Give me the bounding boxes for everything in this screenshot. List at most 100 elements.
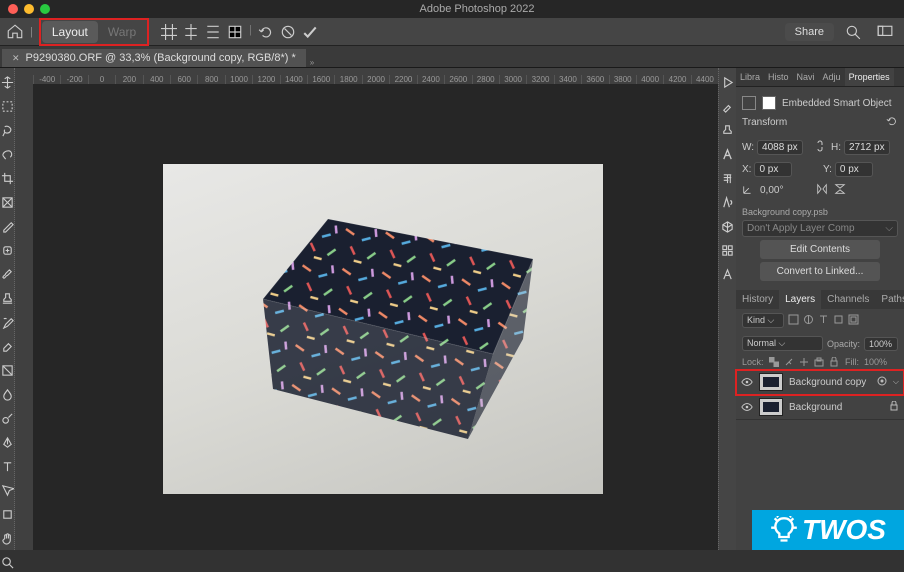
visibility-toggle-icon[interactable] xyxy=(741,401,753,413)
tab-libraries[interactable]: Libra xyxy=(736,68,764,86)
eyedropper-tool-icon[interactable] xyxy=(1,220,14,233)
document-tab[interactable]: ✕ P9290380.ORF @ 33,3% (Background copy,… xyxy=(2,49,306,67)
search-icon[interactable] xyxy=(845,24,861,40)
layer-comp-dropdown[interactable]: Don't Apply Layer Comp⌵ xyxy=(742,220,898,237)
eraser-tool-icon[interactable] xyxy=(1,340,14,353)
tab-histogram[interactable]: Histo xyxy=(764,68,793,86)
glyphs-panel-icon[interactable] xyxy=(721,196,734,209)
reset-icon[interactable] xyxy=(258,24,274,40)
smart-filter-icon[interactable] xyxy=(877,376,887,389)
move-tool-icon[interactable] xyxy=(1,76,14,89)
fill-field[interactable]: 100% xyxy=(864,357,898,367)
gradient-tool-icon[interactable] xyxy=(1,364,14,377)
commit-icon[interactable] xyxy=(302,24,318,40)
blur-tool-icon[interactable] xyxy=(1,388,14,401)
brush-panel-icon[interactable] xyxy=(721,100,734,113)
canvas[interactable] xyxy=(33,84,718,550)
edit-contents-button[interactable]: Edit Contents xyxy=(760,240,880,259)
opacity-field[interactable]: 100% xyxy=(864,337,898,351)
filter-smart-icon[interactable] xyxy=(848,314,859,328)
filter-pixel-icon[interactable] xyxy=(788,314,799,328)
watermark-text: TWOS xyxy=(802,516,886,544)
character-panel-icon[interactable] xyxy=(721,148,734,161)
tab-history[interactable]: History xyxy=(736,290,779,309)
lasso-tool-icon[interactable] xyxy=(1,124,14,137)
zoom-tool-icon[interactable] xyxy=(1,556,14,569)
blend-mode-dropdown[interactable]: Normal ⌵ xyxy=(742,336,823,351)
horizontal-ruler[interactable]: -400-20002004006008001000120014001600180… xyxy=(33,68,718,84)
convert-to-linked-button[interactable]: Convert to Linked... xyxy=(760,262,880,281)
vertical-ruler[interactable] xyxy=(15,68,33,550)
crop-tool-icon[interactable] xyxy=(1,172,14,185)
shape-tool-icon[interactable] xyxy=(1,508,14,521)
filter-shape-icon[interactable] xyxy=(833,314,844,328)
maximize-window-button[interactable] xyxy=(40,4,50,14)
tab-properties[interactable]: Properties xyxy=(845,68,894,86)
selection-tool-icon[interactable] xyxy=(1,148,14,161)
lock-transparency-icon[interactable] xyxy=(769,357,779,367)
distribute-icon[interactable] xyxy=(205,24,221,40)
visibility-toggle-icon[interactable] xyxy=(741,376,753,388)
grid-icon[interactable] xyxy=(161,24,177,40)
layer-row-background[interactable]: Background xyxy=(736,395,904,420)
frame-tool-icon[interactable] xyxy=(1,196,14,209)
hand-tool-icon[interactable] xyxy=(1,532,14,545)
swatches-panel-icon[interactable] xyxy=(721,244,734,257)
layer-thumbnail[interactable] xyxy=(759,373,783,391)
cancel-icon[interactable] xyxy=(280,24,296,40)
dodge-tool-icon[interactable] xyxy=(1,412,14,425)
layer-thumbnail[interactable] xyxy=(759,398,783,416)
chevron-down-icon[interactable]: ⌵ xyxy=(893,377,899,387)
layer-name-label[interactable]: Background copy xyxy=(789,377,871,388)
tab-overflow-icon[interactable]: » xyxy=(310,58,314,67)
workspace-icon[interactable] xyxy=(877,24,893,40)
clone-source-icon[interactable] xyxy=(721,124,734,137)
flip-h-icon[interactable] xyxy=(816,183,828,198)
lock-nest-icon[interactable] xyxy=(814,357,824,367)
angle-field[interactable]: 0,00° xyxy=(760,185,810,196)
styles-panel-icon[interactable] xyxy=(721,268,734,281)
x-field[interactable]: 0 px xyxy=(754,162,792,177)
play-icon[interactable] xyxy=(721,76,734,89)
flip-v-icon[interactable] xyxy=(834,183,846,198)
brush-tool-icon[interactable] xyxy=(1,268,14,281)
warp-grid-icon[interactable] xyxy=(227,24,243,40)
tab-adjustments[interactable]: Adju xyxy=(819,68,845,86)
layer-name-label[interactable]: Background xyxy=(789,402,883,413)
document-image[interactable] xyxy=(163,164,603,494)
close-window-button[interactable] xyxy=(8,4,18,14)
filter-adjust-icon[interactable] xyxy=(803,314,814,328)
home-icon[interactable] xyxy=(6,23,24,41)
filter-type-icon[interactable] xyxy=(818,314,829,328)
stamp-tool-icon[interactable] xyxy=(1,292,14,305)
y-field[interactable]: 0 px xyxy=(835,162,873,177)
lock-image-icon[interactable] xyxy=(784,357,794,367)
width-field[interactable]: 4088 px xyxy=(757,140,803,155)
tab-channels[interactable]: Channels xyxy=(821,290,875,309)
tab-paths[interactable]: Paths xyxy=(875,290,904,309)
lock-position-icon[interactable] xyxy=(799,357,809,367)
height-field[interactable]: 2712 px xyxy=(844,140,890,155)
tab-navigator[interactable]: Navi xyxy=(793,68,819,86)
reset-transform-icon[interactable] xyxy=(886,115,898,130)
healing-tool-icon[interactable] xyxy=(1,244,14,257)
3d-panel-icon[interactable] xyxy=(721,220,734,233)
minimize-window-button[interactable] xyxy=(24,4,34,14)
link-wh-icon[interactable] xyxy=(815,139,825,156)
share-button[interactable]: Share xyxy=(785,23,834,41)
lock-all-icon[interactable] xyxy=(829,357,839,367)
align-center-icon[interactable] xyxy=(183,24,199,40)
paragraph-panel-icon[interactable] xyxy=(721,172,734,185)
history-brush-tool-icon[interactable] xyxy=(1,316,14,329)
pen-tool-icon[interactable] xyxy=(1,436,14,449)
path-tool-icon[interactable] xyxy=(1,484,14,497)
type-tool-icon[interactable] xyxy=(1,460,14,473)
layer-filter-kind-dropdown[interactable]: Kind ⌵ xyxy=(742,313,784,328)
warp-mode-button[interactable]: Warp xyxy=(98,21,146,43)
x-label: X: xyxy=(742,164,751,175)
close-tab-icon[interactable]: ✕ xyxy=(12,53,20,64)
layout-mode-button[interactable]: Layout xyxy=(42,21,98,43)
marquee-tool-icon[interactable] xyxy=(1,100,14,113)
layer-row-background-copy[interactable]: Background copy ⌵ xyxy=(736,370,904,395)
tab-layers[interactable]: Layers xyxy=(779,290,821,309)
